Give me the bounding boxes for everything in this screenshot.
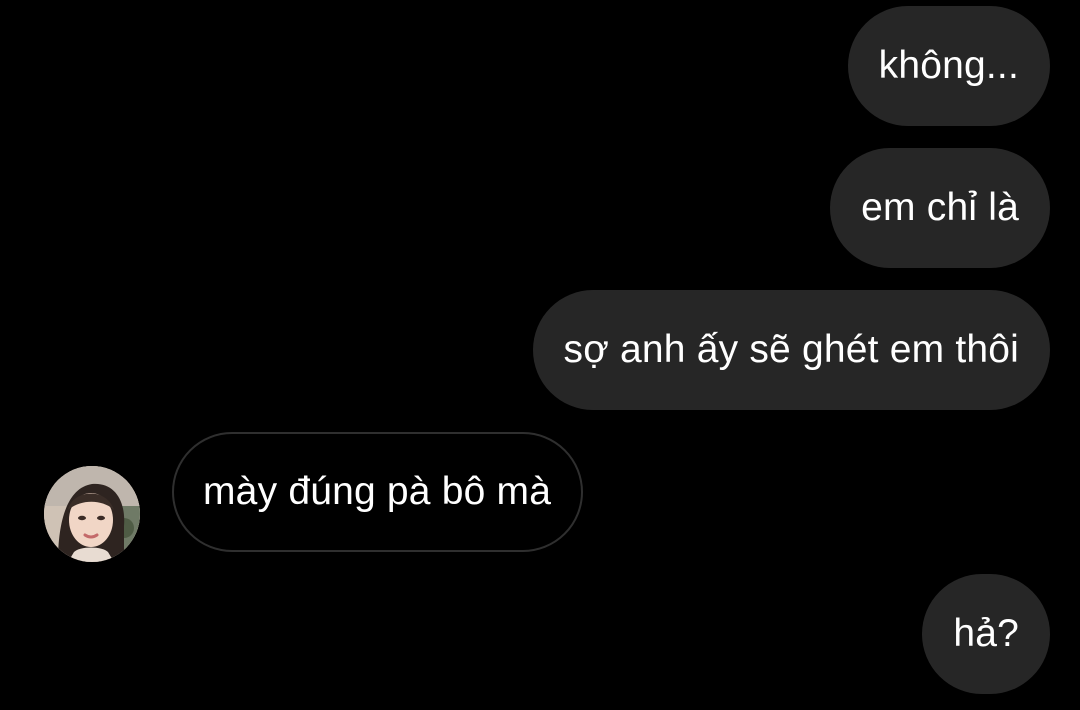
outgoing-message-bubble[interactable]: không... xyxy=(847,6,1050,126)
sender-avatar[interactable] xyxy=(44,466,140,562)
outgoing-message-bubble[interactable]: em chỉ là xyxy=(830,148,1050,268)
message-text: mày đúng pà bô mà xyxy=(203,470,552,513)
message-text: sợ anh ấy sẽ ghét em thôi xyxy=(563,328,1019,371)
profile-photo-icon xyxy=(44,466,140,562)
message-text: em chỉ là xyxy=(861,186,1019,229)
incoming-message-bubble[interactable]: mày đúng pà bô mà xyxy=(172,432,584,552)
outgoing-message-bubble[interactable]: sợ anh ấy sẽ ghét em thôi xyxy=(532,290,1050,410)
message-text: hả? xyxy=(953,612,1019,655)
message-thread: không... em chỉ là sợ anh ấy sẽ ghét em … xyxy=(0,0,1080,710)
outgoing-message-bubble[interactable]: hả? xyxy=(922,574,1050,694)
message-text: không... xyxy=(878,44,1019,87)
